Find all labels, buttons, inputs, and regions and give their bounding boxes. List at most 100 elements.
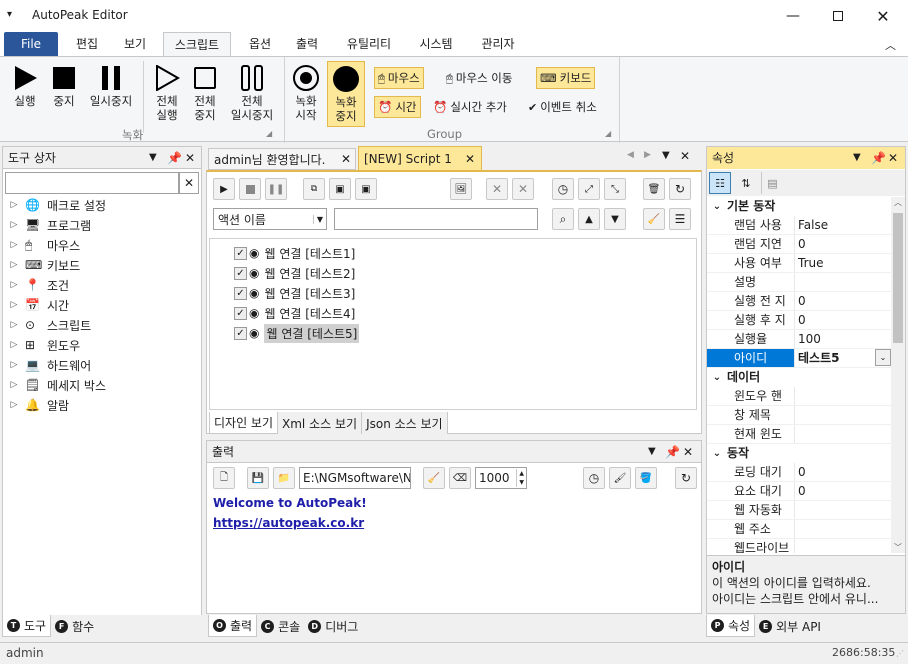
tree-item[interactable]: ▷ 💻 하드웨어 — [3, 355, 201, 375]
output-erase-button[interactable]: ⌫ — [449, 467, 471, 489]
tab-file[interactable]: File — [4, 32, 58, 56]
collapse-ribbon-icon[interactable]: ︿ — [885, 37, 896, 53]
property-value[interactable]: 100 — [795, 330, 891, 348]
property-value[interactable] — [795, 387, 891, 405]
delete-button[interactable]: ✕ — [486, 178, 508, 200]
output-brush-button[interactable]: 🖌 — [609, 467, 631, 489]
categorized-button[interactable]: ☷ — [709, 172, 731, 194]
list-item[interactable]: ✓ ◉ 웹 연결 [테스트1] — [234, 243, 355, 263]
action-filter-input[interactable] — [334, 208, 538, 230]
keyboard-toggle[interactable]: ⌨ 키보드 — [536, 67, 596, 89]
resize-grip-icon[interactable]: ⋰ — [896, 649, 904, 658]
property-row[interactable]: 랜덤 사용 False — [707, 216, 891, 235]
checkbox-checked[interactable]: ✓ — [234, 286, 247, 300]
tab-design-view[interactable]: 디자인 보기 — [209, 412, 279, 434]
properties-close-icon[interactable]: ✕ — [888, 147, 898, 169]
action-name-select[interactable]: 액션 이름 ▼ — [213, 208, 327, 230]
doc-dropdown-icon[interactable]: ▼ — [662, 150, 670, 161]
output-fill-button[interactable]: 🪣 — [635, 467, 657, 489]
pause-all-button[interactable]: 전체 일시중지 — [226, 63, 278, 122]
scroll-left-icon[interactable]: ◀ — [627, 150, 634, 160]
mouse-move-toggle[interactable]: 🖱 마우스 이동 — [443, 67, 515, 89]
property-row-selected[interactable]: 아이디 테스트5 ⌄ — [707, 349, 891, 368]
property-row[interactable]: 로딩 대기 0 — [707, 463, 891, 482]
tab-console[interactable]: C 콘솔 — [257, 615, 304, 637]
property-row[interactable]: 사용 여부 True — [707, 254, 891, 273]
stop-button[interactable]: 중지 — [46, 63, 82, 108]
tree-item[interactable]: ▷ ⌨ 키보드 — [3, 255, 201, 275]
property-value[interactable]: True — [795, 254, 891, 272]
tab-admin[interactable]: 관리자 — [472, 32, 524, 56]
property-pages-button[interactable]: ▤ — [761, 172, 783, 194]
tree-item[interactable]: ▷ 🖱 마우스 — [3, 235, 201, 255]
chevron-down-icon[interactable]: ⌄ — [875, 349, 891, 366]
tree-item[interactable]: ▷ 📍 조건 — [3, 275, 201, 295]
properties-dropdown-icon[interactable]: ▼ — [853, 147, 861, 169]
doc-close-icon[interactable]: ✕ — [680, 149, 690, 163]
record-stop-button[interactable]: 녹화 중지 — [327, 61, 365, 127]
expand-button[interactable]: ⤢ — [578, 178, 600, 200]
property-scrollbar[interactable]: ︿ ﹀ — [891, 197, 905, 553]
output-new-button[interactable]: 🗋 — [213, 467, 235, 489]
pause-script-button[interactable]: ❚❚ — [265, 178, 287, 200]
property-value[interactable] — [795, 501, 891, 519]
property-row[interactable]: 랜덤 지연 0 — [707, 235, 891, 254]
tab-tools[interactable]: T 도구 — [2, 615, 52, 637]
tab-utility[interactable]: 유틸리티 — [338, 32, 400, 56]
tree-item[interactable]: ▷ 🔔 알람 — [3, 395, 201, 415]
toolbox-clear-button[interactable]: ✕ — [179, 172, 199, 194]
tab-close-icon[interactable]: ✕ — [341, 152, 351, 166]
scroll-up-icon[interactable]: ︿ — [891, 197, 905, 208]
tree-item[interactable]: ▷ ⊙ 스크립트 — [3, 315, 201, 335]
tab-json-view[interactable]: Json 소스 보기 — [362, 412, 448, 434]
record-start-button[interactable]: 녹화 시작 — [288, 63, 324, 122]
run-from-button[interactable]: ⧉ — [303, 178, 325, 200]
time-toggle[interactable]: ⏰ 시간 — [374, 96, 421, 118]
property-row[interactable]: 웹드라이브 — [707, 539, 891, 553]
properties-pin-icon[interactable]: 📌 — [871, 147, 886, 169]
output-pin-icon[interactable]: 📌 — [665, 441, 680, 463]
toolbox-search-input[interactable] — [5, 172, 179, 194]
run-button[interactable]: 실행 — [6, 63, 44, 108]
property-row[interactable]: 실행 후 지0 — [707, 311, 891, 330]
output-clock-button[interactable]: ◷ — [583, 467, 605, 489]
property-value[interactable] — [795, 539, 891, 553]
tree-item[interactable]: ▷ ⊞ 윈도우 — [3, 335, 201, 355]
list-item[interactable]: ✓ ◉ 웹 연결 [테스트2] — [234, 263, 355, 283]
tab-functions[interactable]: F 함수 — [51, 615, 98, 637]
close-button[interactable]: ✕ — [860, 0, 906, 32]
property-row[interactable]: 실행율 100 — [707, 330, 891, 349]
output-count-stepper[interactable]: 1000 ▲ ▼ — [475, 467, 527, 489]
category-action[interactable]: ⌄ 동작 — [707, 444, 891, 463]
checkbox-checked[interactable]: ✓ — [234, 306, 247, 320]
search-button[interactable]: ⌕ — [552, 208, 574, 230]
refresh-button[interactable]: ↻ — [669, 178, 691, 200]
tab-edit[interactable]: 편집 — [65, 32, 109, 56]
toolbox-close-icon[interactable]: ✕ — [185, 147, 195, 169]
stop-all-button[interactable]: 전체 중지 — [186, 63, 224, 122]
property-value[interactable]: False — [795, 216, 891, 234]
property-value-id[interactable]: 테스트5 ⌄ — [795, 349, 891, 367]
tab-welcome[interactable]: admin님 환영합니다. ✕ — [208, 148, 356, 170]
realtime-add-button[interactable]: ⏰ 실시간 추가 — [430, 96, 510, 118]
category-basic[interactable]: ⌄ 기본 동작 — [707, 197, 891, 216]
tab-output[interactable]: 출력 — [285, 32, 329, 56]
list-item[interactable]: ✓ ◉ 웹 연결 [테스트5] — [234, 323, 360, 343]
pause-button[interactable]: 일시중지 — [84, 63, 138, 108]
run-selected-button[interactable]: ▣ — [329, 178, 351, 200]
output-link[interactable]: https://autopeak.co.kr — [213, 513, 367, 533]
stop-script-button[interactable] — [239, 178, 261, 200]
property-row[interactable]: 요소 대기 0 — [707, 482, 891, 501]
delete-all-button[interactable]: ✕ — [512, 178, 534, 200]
clean-button[interactable]: 🧹 — [643, 208, 665, 230]
property-value[interactable]: 0 — [795, 292, 891, 310]
output-refresh-button[interactable]: ↻ — [675, 467, 697, 489]
property-value[interactable]: 0 — [795, 311, 891, 329]
property-row[interactable]: 현재 윈도 — [707, 425, 891, 444]
move-down-button[interactable]: ▼ — [604, 208, 626, 230]
collapse-button[interactable]: ⤡ — [604, 178, 626, 200]
list-item[interactable]: ✓ ◉ 웹 연결 [테스트4] — [234, 303, 355, 323]
tab-options[interactable]: 옵션 — [238, 32, 282, 56]
tab-system[interactable]: 시스템 — [410, 32, 462, 56]
property-value[interactable]: 0 — [795, 463, 891, 481]
